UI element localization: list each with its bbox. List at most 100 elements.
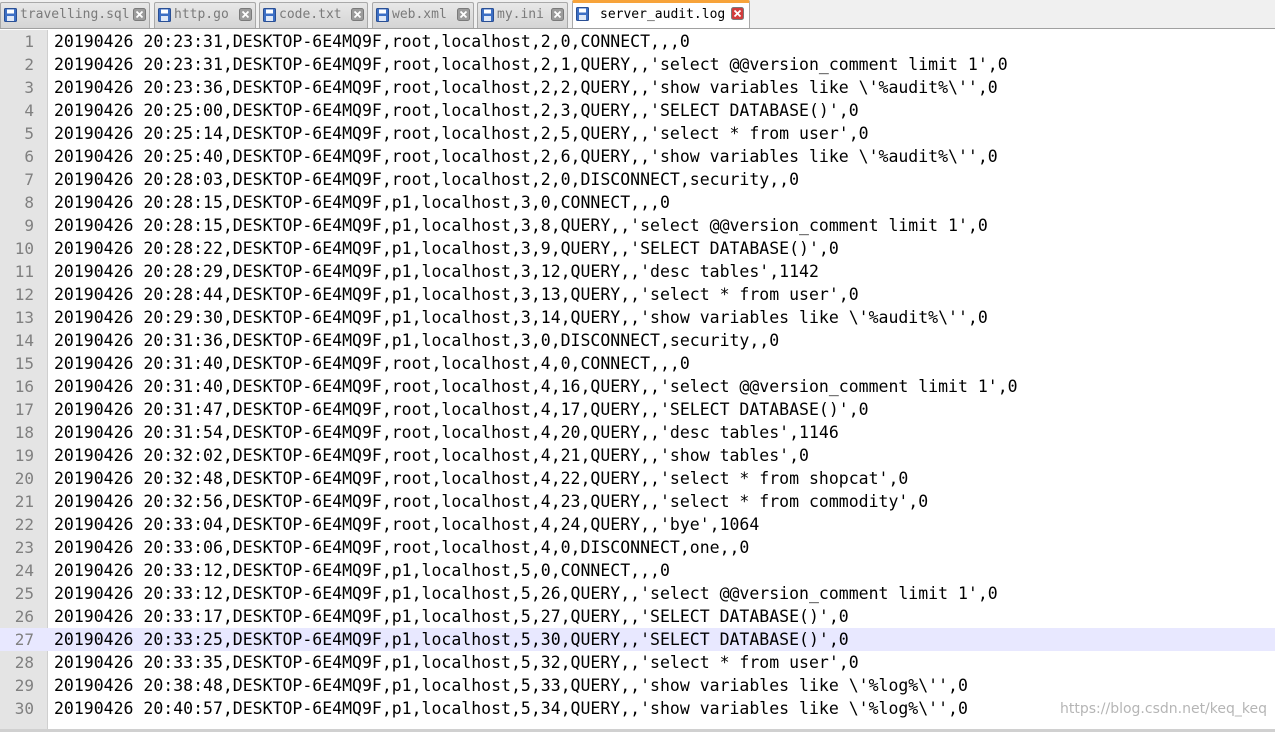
- line-text: 20190426 20:31:47,DESKTOP-6E4MQ9F,root,l…: [54, 400, 869, 419]
- save-disk-icon: [4, 8, 17, 22]
- tab-http-go[interactable]: http.go: [154, 2, 256, 28]
- code-line[interactable]: 7 20190426 20:28:03,DESKTOP-6E4MQ9F,root,…: [0, 168, 1275, 191]
- line-text: 20190426 20:25:14,DESKTOP-6E4MQ9F,root,l…: [54, 124, 869, 143]
- line-number: 17: [14, 400, 34, 419]
- line-number: 20: [14, 469, 34, 488]
- close-icon[interactable]: [351, 8, 364, 21]
- notepad-window: travelling.sql http.go code.txt web.xml my.i…: [0, 0, 1275, 732]
- code-line[interactable]: 8 20190426 20:28:15,DESKTOP-6E4MQ9F,p1,lo…: [0, 191, 1275, 214]
- line-number: 18: [14, 423, 34, 442]
- line-text: 20190426 20:28:22,DESKTOP-6E4MQ9F,p1,loc…: [54, 239, 839, 258]
- editor-area[interactable]: 1 20190426 20:23:31,DESKTOP-6E4MQ9F,root,…: [0, 30, 1275, 729]
- code-line[interactable]: 14 20190426 20:31:36,DESKTOP-6E4MQ9F,p1,l…: [0, 329, 1275, 352]
- tab-label: travelling.sql: [20, 7, 130, 22]
- code-line[interactable]: 27 20190426 20:33:25,DESKTOP-6E4MQ9F,p1,l…: [0, 628, 1275, 651]
- line-number: 8: [24, 193, 34, 212]
- close-icon[interactable]: [457, 8, 470, 21]
- code-line[interactable]: 10 20190426 20:28:22,DESKTOP-6E4MQ9F,p1,l…: [0, 237, 1275, 260]
- code-line[interactable]: 23 20190426 20:33:06,DESKTOP-6E4MQ9F,root…: [0, 536, 1275, 559]
- tab-my-ini[interactable]: my.ini: [477, 2, 568, 28]
- tab-server-audit-log[interactable]: server_audit.log: [572, 0, 750, 28]
- tab-label: server_audit.log: [600, 7, 726, 22]
- line-text: 20190426 20:25:00,DESKTOP-6E4MQ9F,root,l…: [54, 101, 859, 120]
- line-number: 13: [14, 308, 34, 327]
- code-line[interactable]: 12 20190426 20:28:44,DESKTOP-6E4MQ9F,p1,l…: [0, 283, 1275, 306]
- code-line[interactable]: 26 20190426 20:33:17,DESKTOP-6E4MQ9F,p1,l…: [0, 605, 1275, 628]
- code-line[interactable]: 21 20190426 20:32:56,DESKTOP-6E4MQ9F,root…: [0, 490, 1275, 513]
- line-text: 20190426 20:40:57,DESKTOP-6E4MQ9F,p1,loc…: [54, 699, 968, 718]
- line-text: 20190426 20:33:25,DESKTOP-6E4MQ9F,p1,loc…: [54, 630, 849, 649]
- watermark: https://blog.csdn.net/keq_keq: [1060, 701, 1267, 717]
- save-disk-icon: [263, 8, 276, 22]
- line-text: 20190426 20:31:40,DESKTOP-6E4MQ9F,root,l…: [54, 377, 1018, 396]
- line-number: 22: [14, 515, 34, 534]
- line-number: 5: [24, 124, 34, 143]
- code-line[interactable]: 20 20190426 20:32:48,DESKTOP-6E4MQ9F,root…: [0, 467, 1275, 490]
- save-disk-icon: [376, 8, 389, 22]
- line-number: 14: [14, 331, 34, 350]
- tab-label: code.txt: [279, 7, 342, 22]
- line-number: 28: [14, 653, 34, 672]
- code-line[interactable]: 18 20190426 20:31:54,DESKTOP-6E4MQ9F,root…: [0, 421, 1275, 444]
- save-disk-icon: [158, 8, 171, 22]
- line-text: 20190426 20:31:40,DESKTOP-6E4MQ9F,root,l…: [54, 354, 690, 373]
- close-icon[interactable]: [239, 8, 252, 21]
- line-number: 1: [24, 32, 34, 51]
- line-text: 20190426 20:32:02,DESKTOP-6E4MQ9F,root,l…: [54, 446, 809, 465]
- line-text: 20190426 20:28:03,DESKTOP-6E4MQ9F,root,l…: [54, 170, 800, 189]
- code-line[interactable]: 28 20190426 20:33:35,DESKTOP-6E4MQ9F,p1,l…: [0, 651, 1275, 674]
- line-text: 20190426 20:28:15,DESKTOP-6E4MQ9F,p1,loc…: [54, 216, 988, 235]
- line-number: 30: [14, 699, 34, 718]
- code-line[interactable]: 1 20190426 20:23:31,DESKTOP-6E4MQ9F,root,…: [0, 30, 1275, 53]
- save-disk-icon: [576, 7, 589, 21]
- line-text: 20190426 20:33:06,DESKTOP-6E4MQ9F,root,l…: [54, 538, 750, 557]
- code-line[interactable]: 2 20190426 20:23:31,DESKTOP-6E4MQ9F,root,…: [0, 53, 1275, 76]
- line-number: 7: [24, 170, 34, 189]
- line-text: 20190426 20:32:56,DESKTOP-6E4MQ9F,root,l…: [54, 492, 929, 511]
- tab-web-xml[interactable]: web.xml: [372, 2, 474, 28]
- line-number: 10: [14, 239, 34, 258]
- code-line[interactable]: 19 20190426 20:32:02,DESKTOP-6E4MQ9F,root…: [0, 444, 1275, 467]
- line-text: 20190426 20:29:30,DESKTOP-6E4MQ9F,p1,loc…: [54, 308, 988, 327]
- line-text: 20190426 20:23:31,DESKTOP-6E4MQ9F,root,l…: [54, 32, 690, 51]
- line-text: 20190426 20:23:36,DESKTOP-6E4MQ9F,root,l…: [54, 78, 998, 97]
- line-number: 23: [14, 538, 34, 557]
- line-text: 20190426 20:38:48,DESKTOP-6E4MQ9F,p1,loc…: [54, 676, 968, 695]
- code-line[interactable]: 4 20190426 20:25:00,DESKTOP-6E4MQ9F,root,…: [0, 99, 1275, 122]
- line-text: 20190426 20:33:04,DESKTOP-6E4MQ9F,root,l…: [54, 515, 760, 534]
- code-line[interactable]: 24 20190426 20:33:12,DESKTOP-6E4MQ9F,p1,l…: [0, 559, 1275, 582]
- tab-code-txt[interactable]: code.txt: [259, 2, 368, 28]
- line-number: 11: [14, 262, 34, 281]
- code-line[interactable]: 17 20190426 20:31:47,DESKTOP-6E4MQ9F,root…: [0, 398, 1275, 421]
- code-line[interactable]: 3 20190426 20:23:36,DESKTOP-6E4MQ9F,root,…: [0, 76, 1275, 99]
- close-icon[interactable]: [133, 8, 146, 21]
- save-disk-icon: [481, 8, 494, 22]
- line-number: 25: [14, 584, 34, 603]
- tab-travelling-sql[interactable]: travelling.sql: [0, 2, 150, 28]
- code-line[interactable]: 29 20190426 20:38:48,DESKTOP-6E4MQ9F,p1,l…: [0, 674, 1275, 697]
- line-number: 27: [14, 630, 34, 649]
- code-line[interactable]: 13 20190426 20:29:30,DESKTOP-6E4MQ9F,p1,l…: [0, 306, 1275, 329]
- code-line[interactable]: 5 20190426 20:25:14,DESKTOP-6E4MQ9F,root,…: [0, 122, 1275, 145]
- tab-label: web.xml: [392, 7, 447, 22]
- code-line[interactable]: 22 20190426 20:33:04,DESKTOP-6E4MQ9F,root…: [0, 513, 1275, 536]
- line-text: 20190426 20:25:40,DESKTOP-6E4MQ9F,root,l…: [54, 147, 998, 166]
- line-number: 21: [14, 492, 34, 511]
- close-icon[interactable]: [551, 8, 564, 21]
- close-icon[interactable]: [731, 7, 744, 20]
- line-text: 20190426 20:31:54,DESKTOP-6E4MQ9F,root,l…: [54, 423, 839, 442]
- code-line[interactable]: 11 20190426 20:28:29,DESKTOP-6E4MQ9F,p1,l…: [0, 260, 1275, 283]
- code-line[interactable]: 6 20190426 20:25:40,DESKTOP-6E4MQ9F,root,…: [0, 145, 1275, 168]
- code-line[interactable]: 16 20190426 20:31:40,DESKTOP-6E4MQ9F,root…: [0, 375, 1275, 398]
- line-number: 3: [24, 78, 34, 97]
- code-line[interactable]: 25 20190426 20:33:12,DESKTOP-6E4MQ9F,p1,l…: [0, 582, 1275, 605]
- line-text: 20190426 20:33:12,DESKTOP-6E4MQ9F,p1,loc…: [54, 561, 670, 580]
- line-number: 12: [14, 285, 34, 304]
- tab-label: http.go: [174, 7, 229, 22]
- line-text: 20190426 20:33:35,DESKTOP-6E4MQ9F,p1,loc…: [54, 653, 859, 672]
- line-text: 20190426 20:28:29,DESKTOP-6E4MQ9F,p1,loc…: [54, 262, 819, 281]
- line-number: 24: [14, 561, 34, 580]
- code-line[interactable]: 9 20190426 20:28:15,DESKTOP-6E4MQ9F,p1,lo…: [0, 214, 1275, 237]
- line-number: 15: [14, 354, 34, 373]
- code-line[interactable]: 15 20190426 20:31:40,DESKTOP-6E4MQ9F,root…: [0, 352, 1275, 375]
